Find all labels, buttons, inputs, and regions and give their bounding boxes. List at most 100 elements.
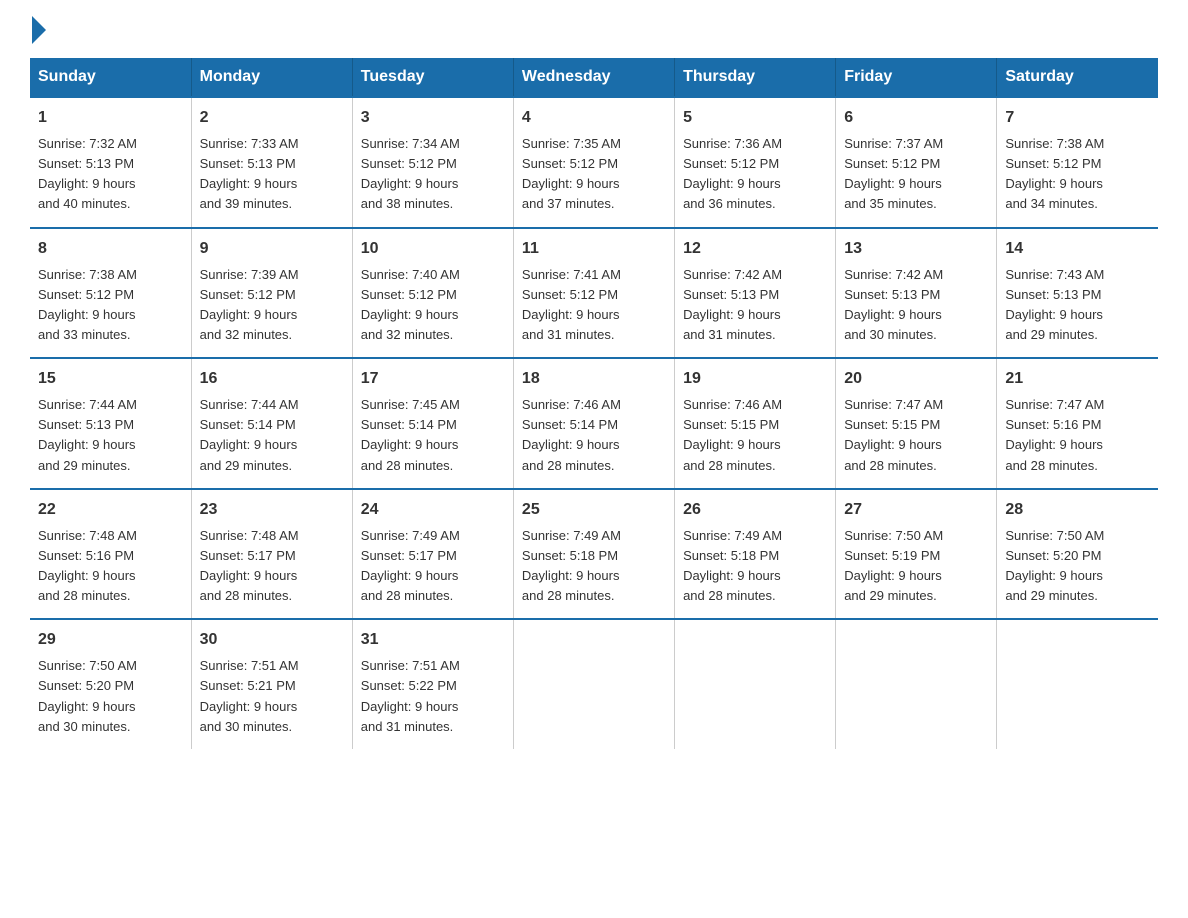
- day-number: 12: [683, 237, 827, 261]
- day-number: 22: [38, 498, 183, 522]
- day-info: Sunrise: 7:46 AMSunset: 5:14 PMDaylight:…: [522, 397, 621, 472]
- calendar-cell: 9 Sunrise: 7:39 AMSunset: 5:12 PMDayligh…: [191, 228, 352, 359]
- calendar-cell: 23 Sunrise: 7:48 AMSunset: 5:17 PMDaylig…: [191, 489, 352, 620]
- day-info: Sunrise: 7:38 AMSunset: 5:12 PMDaylight:…: [38, 267, 137, 342]
- day-number: 31: [361, 628, 505, 652]
- calendar-cell: 22 Sunrise: 7:48 AMSunset: 5:16 PMDaylig…: [30, 489, 191, 620]
- day-number: 30: [200, 628, 344, 652]
- day-info: Sunrise: 7:48 AMSunset: 5:16 PMDaylight:…: [38, 528, 137, 603]
- calendar-cell: [675, 619, 836, 749]
- day-number: 15: [38, 367, 183, 391]
- calendar-cell: 8 Sunrise: 7:38 AMSunset: 5:12 PMDayligh…: [30, 228, 191, 359]
- day-info: Sunrise: 7:34 AMSunset: 5:12 PMDaylight:…: [361, 136, 460, 211]
- calendar-cell: 24 Sunrise: 7:49 AMSunset: 5:17 PMDaylig…: [352, 489, 513, 620]
- calendar-cell: 26 Sunrise: 7:49 AMSunset: 5:18 PMDaylig…: [675, 489, 836, 620]
- day-info: Sunrise: 7:48 AMSunset: 5:17 PMDaylight:…: [200, 528, 299, 603]
- day-info: Sunrise: 7:35 AMSunset: 5:12 PMDaylight:…: [522, 136, 621, 211]
- calendar-cell: 28 Sunrise: 7:50 AMSunset: 5:20 PMDaylig…: [997, 489, 1158, 620]
- header-day-sunday: Sunday: [30, 58, 191, 97]
- day-info: Sunrise: 7:47 AMSunset: 5:16 PMDaylight:…: [1005, 397, 1104, 472]
- day-info: Sunrise: 7:44 AMSunset: 5:13 PMDaylight:…: [38, 397, 137, 472]
- day-number: 23: [200, 498, 344, 522]
- day-info: Sunrise: 7:36 AMSunset: 5:12 PMDaylight:…: [683, 136, 782, 211]
- calendar-week-1: 1 Sunrise: 7:32 AMSunset: 5:13 PMDayligh…: [30, 97, 1158, 228]
- day-number: 7: [1005, 106, 1150, 130]
- page-header: [30, 20, 1158, 38]
- day-number: 28: [1005, 498, 1150, 522]
- header-day-friday: Friday: [836, 58, 997, 97]
- header-day-monday: Monday: [191, 58, 352, 97]
- day-info: Sunrise: 7:32 AMSunset: 5:13 PMDaylight:…: [38, 136, 137, 211]
- calendar-cell: 17 Sunrise: 7:45 AMSunset: 5:14 PMDaylig…: [352, 358, 513, 489]
- day-number: 27: [844, 498, 988, 522]
- calendar-cell: 31 Sunrise: 7:51 AMSunset: 5:22 PMDaylig…: [352, 619, 513, 749]
- calendar-week-5: 29 Sunrise: 7:50 AMSunset: 5:20 PMDaylig…: [30, 619, 1158, 749]
- calendar-cell: 11 Sunrise: 7:41 AMSunset: 5:12 PMDaylig…: [513, 228, 674, 359]
- day-info: Sunrise: 7:50 AMSunset: 5:20 PMDaylight:…: [1005, 528, 1104, 603]
- calendar-week-2: 8 Sunrise: 7:38 AMSunset: 5:12 PMDayligh…: [30, 228, 1158, 359]
- day-info: Sunrise: 7:47 AMSunset: 5:15 PMDaylight:…: [844, 397, 943, 472]
- day-info: Sunrise: 7:43 AMSunset: 5:13 PMDaylight:…: [1005, 267, 1104, 342]
- calendar-cell: [513, 619, 674, 749]
- day-info: Sunrise: 7:49 AMSunset: 5:17 PMDaylight:…: [361, 528, 460, 603]
- calendar-cell: 21 Sunrise: 7:47 AMSunset: 5:16 PMDaylig…: [997, 358, 1158, 489]
- calendar-week-3: 15 Sunrise: 7:44 AMSunset: 5:13 PMDaylig…: [30, 358, 1158, 489]
- calendar-table: SundayMondayTuesdayWednesdayThursdayFrid…: [30, 58, 1158, 749]
- day-number: 20: [844, 367, 988, 391]
- day-number: 29: [38, 628, 183, 652]
- calendar-header-row: SundayMondayTuesdayWednesdayThursdayFrid…: [30, 58, 1158, 97]
- calendar-cell: 13 Sunrise: 7:42 AMSunset: 5:13 PMDaylig…: [836, 228, 997, 359]
- day-number: 24: [361, 498, 505, 522]
- day-number: 2: [200, 106, 344, 130]
- day-number: 25: [522, 498, 666, 522]
- day-number: 9: [200, 237, 344, 261]
- day-number: 16: [200, 367, 344, 391]
- calendar-cell: 25 Sunrise: 7:49 AMSunset: 5:18 PMDaylig…: [513, 489, 674, 620]
- day-number: 26: [683, 498, 827, 522]
- calendar-cell: [997, 619, 1158, 749]
- day-info: Sunrise: 7:38 AMSunset: 5:12 PMDaylight:…: [1005, 136, 1104, 211]
- logo-triangle-icon: [32, 16, 46, 44]
- calendar-cell: 1 Sunrise: 7:32 AMSunset: 5:13 PMDayligh…: [30, 97, 191, 228]
- day-info: Sunrise: 7:42 AMSunset: 5:13 PMDaylight:…: [683, 267, 782, 342]
- day-info: Sunrise: 7:42 AMSunset: 5:13 PMDaylight:…: [844, 267, 943, 342]
- header-day-saturday: Saturday: [997, 58, 1158, 97]
- day-info: Sunrise: 7:44 AMSunset: 5:14 PMDaylight:…: [200, 397, 299, 472]
- calendar-cell: 2 Sunrise: 7:33 AMSunset: 5:13 PMDayligh…: [191, 97, 352, 228]
- day-number: 3: [361, 106, 505, 130]
- calendar-cell: 7 Sunrise: 7:38 AMSunset: 5:12 PMDayligh…: [997, 97, 1158, 228]
- calendar-cell: 30 Sunrise: 7:51 AMSunset: 5:21 PMDaylig…: [191, 619, 352, 749]
- day-number: 11: [522, 237, 666, 261]
- calendar-cell: 27 Sunrise: 7:50 AMSunset: 5:19 PMDaylig…: [836, 489, 997, 620]
- calendar-week-4: 22 Sunrise: 7:48 AMSunset: 5:16 PMDaylig…: [30, 489, 1158, 620]
- calendar-cell: 19 Sunrise: 7:46 AMSunset: 5:15 PMDaylig…: [675, 358, 836, 489]
- calendar-cell: 5 Sunrise: 7:36 AMSunset: 5:12 PMDayligh…: [675, 97, 836, 228]
- header-day-tuesday: Tuesday: [352, 58, 513, 97]
- logo: [30, 20, 60, 38]
- day-info: Sunrise: 7:33 AMSunset: 5:13 PMDaylight:…: [200, 136, 299, 211]
- header-day-thursday: Thursday: [675, 58, 836, 97]
- day-number: 18: [522, 367, 666, 391]
- day-info: Sunrise: 7:51 AMSunset: 5:22 PMDaylight:…: [361, 658, 460, 733]
- day-info: Sunrise: 7:46 AMSunset: 5:15 PMDaylight:…: [683, 397, 782, 472]
- day-number: 5: [683, 106, 827, 130]
- day-number: 6: [844, 106, 988, 130]
- day-info: Sunrise: 7:37 AMSunset: 5:12 PMDaylight:…: [844, 136, 943, 211]
- day-info: Sunrise: 7:39 AMSunset: 5:12 PMDaylight:…: [200, 267, 299, 342]
- day-info: Sunrise: 7:49 AMSunset: 5:18 PMDaylight:…: [522, 528, 621, 603]
- day-number: 13: [844, 237, 988, 261]
- day-info: Sunrise: 7:50 AMSunset: 5:19 PMDaylight:…: [844, 528, 943, 603]
- day-info: Sunrise: 7:49 AMSunset: 5:18 PMDaylight:…: [683, 528, 782, 603]
- day-info: Sunrise: 7:45 AMSunset: 5:14 PMDaylight:…: [361, 397, 460, 472]
- day-number: 10: [361, 237, 505, 261]
- day-number: 1: [38, 106, 183, 130]
- calendar-cell: 15 Sunrise: 7:44 AMSunset: 5:13 PMDaylig…: [30, 358, 191, 489]
- calendar-cell: 20 Sunrise: 7:47 AMSunset: 5:15 PMDaylig…: [836, 358, 997, 489]
- day-number: 4: [522, 106, 666, 130]
- calendar-cell: 3 Sunrise: 7:34 AMSunset: 5:12 PMDayligh…: [352, 97, 513, 228]
- calendar-cell: 18 Sunrise: 7:46 AMSunset: 5:14 PMDaylig…: [513, 358, 674, 489]
- calendar-cell: 10 Sunrise: 7:40 AMSunset: 5:12 PMDaylig…: [352, 228, 513, 359]
- day-number: 14: [1005, 237, 1150, 261]
- day-info: Sunrise: 7:40 AMSunset: 5:12 PMDaylight:…: [361, 267, 460, 342]
- day-info: Sunrise: 7:50 AMSunset: 5:20 PMDaylight:…: [38, 658, 137, 733]
